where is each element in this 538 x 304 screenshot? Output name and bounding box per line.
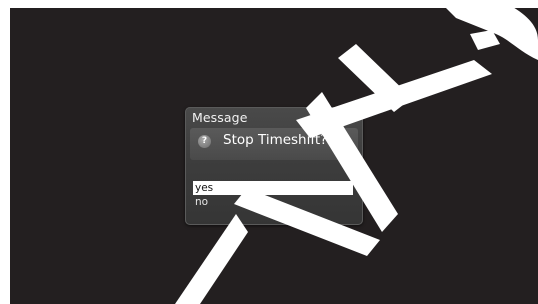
question-panel: ? Stop Timeshift? <box>190 128 358 160</box>
message-dialog: Message ? Stop Timeshift? yes no <box>185 107 363 225</box>
question-text: Stop Timeshift? <box>223 132 328 148</box>
options-list: yes no <box>193 181 353 209</box>
dialog-title: Message <box>192 110 248 125</box>
tv-screen: Message ? Stop Timeshift? yes no <box>10 8 538 304</box>
option-yes[interactable]: yes <box>193 181 353 195</box>
question-icon: ? <box>198 135 211 148</box>
option-no[interactable]: no <box>193 195 353 209</box>
